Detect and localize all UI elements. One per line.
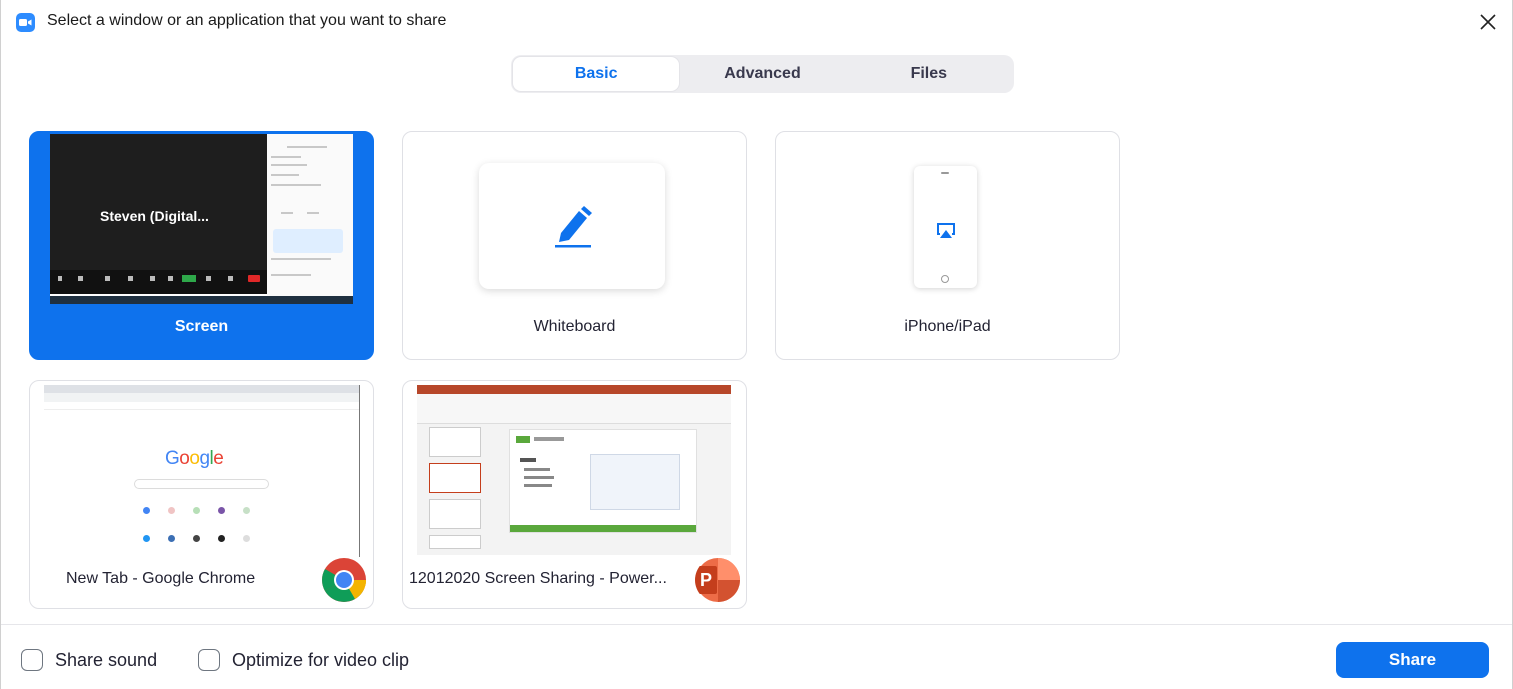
pen-icon xyxy=(555,206,592,248)
share-button[interactable]: Share xyxy=(1336,642,1489,678)
share-option-chrome-window[interactable]: Google New Tab - Google Chrome xyxy=(29,380,374,609)
share-option-iphone-ipad[interactable]: iPhone/iPad xyxy=(775,131,1120,360)
checkbox-box[interactable] xyxy=(198,649,220,671)
dialog-title: Select a window or an application that y… xyxy=(47,12,447,29)
phone-preview xyxy=(914,166,977,288)
svg-text:P: P xyxy=(700,570,712,590)
share-option-label: Screen xyxy=(174,318,229,335)
share-option-label: iPhone/iPad xyxy=(904,318,991,335)
slide-canvas xyxy=(509,429,697,533)
taskbar xyxy=(50,296,353,304)
chrome-thumbnail: Google xyxy=(44,385,360,557)
share-option-screen[interactable]: Steven (Digital... Screen xyxy=(29,131,374,360)
checkbox-box[interactable] xyxy=(21,649,43,671)
chrome-icon xyxy=(322,558,366,602)
zoom-camera-icon xyxy=(16,13,35,32)
share-option-whiteboard[interactable]: Whiteboard xyxy=(402,131,747,360)
share-option-label: New Tab - Google Chrome xyxy=(66,570,256,587)
share-tabs: Basic Advanced Files xyxy=(511,55,1014,93)
meeting-toolbar xyxy=(50,270,267,294)
tab-files[interactable]: Files xyxy=(846,57,1012,91)
footer-divider xyxy=(1,624,1512,625)
share-sound-label: Share sound xyxy=(55,649,158,670)
google-logo: Google xyxy=(165,448,224,469)
share-option-powerpoint-window[interactable]: 12012020 Screen Sharing - Power... P xyxy=(402,380,747,609)
airplay-icon xyxy=(937,223,955,238)
close-icon[interactable] xyxy=(1476,10,1500,34)
share-option-label: Whiteboard xyxy=(533,318,616,335)
powerpoint-thumbnail xyxy=(417,385,731,555)
participants-panel xyxy=(267,134,353,296)
powerpoint-icon: P xyxy=(695,558,740,602)
participant-name: Steven (Digital... xyxy=(100,208,209,224)
screen-thumbnail: Steven (Digital... xyxy=(50,134,353,304)
tab-basic[interactable]: Basic xyxy=(513,57,680,91)
optimize-video-checkbox[interactable]: Optimize for video clip xyxy=(198,649,409,671)
tab-advanced[interactable]: Advanced xyxy=(679,57,845,91)
optimize-video-label: Optimize for video clip xyxy=(232,649,410,670)
share-sound-checkbox[interactable]: Share sound xyxy=(21,649,157,671)
share-screen-dialog: Select a window or an application that y… xyxy=(0,0,1513,689)
share-option-label: 12012020 Screen Sharing - Power... xyxy=(409,570,667,587)
whiteboard-preview xyxy=(479,163,665,289)
title-bar: Select a window or an application that y… xyxy=(1,0,1512,44)
screen-video-area: Steven (Digital... xyxy=(50,134,267,294)
